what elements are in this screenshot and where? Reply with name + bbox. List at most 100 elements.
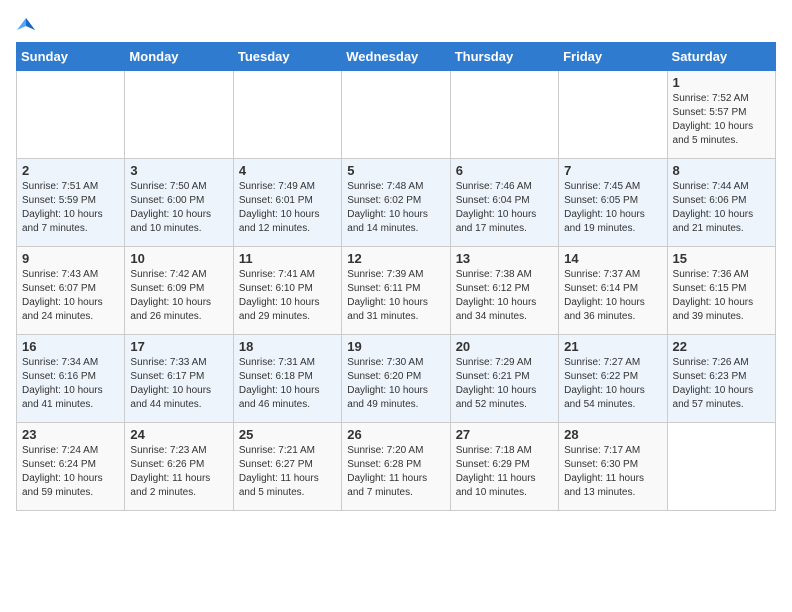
calendar-cell: 21Sunrise: 7:27 AM Sunset: 6:22 PM Dayli… <box>559 335 667 423</box>
day-number: 28 <box>564 427 661 442</box>
day-number: 16 <box>22 339 119 354</box>
day-info: Sunrise: 7:20 AM Sunset: 6:28 PM Dayligh… <box>347 444 444 500</box>
calendar-cell: 9 Sunrise: 7:43 AM Sunset: 6:07 PM Daylig… <box>17 247 125 335</box>
calendar-table: SundayMondayTuesdayWednesdayThursdayFrid… <box>16 42 776 511</box>
calendar-cell: 8 Sunrise: 7:44 AM Sunset: 6:06 PM Daylig… <box>667 159 775 247</box>
calendar-cell: 7 Sunrise: 7:45 AM Sunset: 6:05 PM Daylig… <box>559 159 667 247</box>
day-number: 8 <box>673 163 770 178</box>
day-info: Sunrise: 7:34 AM Sunset: 6:16 PM Dayligh… <box>22 356 119 412</box>
col-header-sunday: Sunday <box>17 43 125 71</box>
calendar-cell <box>667 423 775 511</box>
day-info: Sunrise: 7:42 AM Sunset: 6:09 PM Dayligh… <box>130 268 227 324</box>
calendar-week-row: 1Sunrise: 7:52 AM Sunset: 5:57 PM Daylig… <box>17 71 776 159</box>
col-header-tuesday: Tuesday <box>233 43 341 71</box>
day-number: 14 <box>564 251 661 266</box>
calendar-cell <box>342 71 450 159</box>
day-number: 11 <box>239 251 336 266</box>
day-number: 19 <box>347 339 444 354</box>
calendar-cell: 18 Sunrise: 7:31 AM Sunset: 6:18 PM Dayli… <box>233 335 341 423</box>
calendar-cell: 2 Sunrise: 7:51 AM Sunset: 5:59 PM Daylig… <box>17 159 125 247</box>
day-info: Sunrise: 7:36 AM Sunset: 6:15 PM Dayligh… <box>673 268 770 324</box>
day-info: Sunrise: 7:21 AM Sunset: 6:27 PM Dayligh… <box>239 444 336 500</box>
day-number: 1 <box>673 75 770 90</box>
calendar-cell <box>17 71 125 159</box>
col-header-wednesday: Wednesday <box>342 43 450 71</box>
day-number: 6 <box>456 163 553 178</box>
calendar-cell <box>233 71 341 159</box>
day-number: 10 <box>130 251 227 266</box>
calendar-cell: 27Sunrise: 7:18 AM Sunset: 6:29 PM Dayli… <box>450 423 558 511</box>
col-header-thursday: Thursday <box>450 43 558 71</box>
calendar-cell: 1Sunrise: 7:52 AM Sunset: 5:57 PM Daylig… <box>667 71 775 159</box>
day-info: Sunrise: 7:17 AM Sunset: 6:30 PM Dayligh… <box>564 444 661 500</box>
calendar-cell: 26 Sunrise: 7:20 AM Sunset: 6:28 PM Dayli… <box>342 423 450 511</box>
day-number: 25 <box>239 427 336 442</box>
calendar-cell: 10 Sunrise: 7:42 AM Sunset: 6:09 PM Dayli… <box>125 247 233 335</box>
page-header <box>16 16 776 30</box>
calendar-cell: 3 Sunrise: 7:50 AM Sunset: 6:00 PM Daylig… <box>125 159 233 247</box>
calendar-cell: 23Sunrise: 7:24 AM Sunset: 6:24 PM Dayli… <box>17 423 125 511</box>
day-number: 20 <box>456 339 553 354</box>
day-info: Sunrise: 7:31 AM Sunset: 6:18 PM Dayligh… <box>239 356 336 412</box>
calendar-week-row: 9 Sunrise: 7:43 AM Sunset: 6:07 PM Daylig… <box>17 247 776 335</box>
day-info: Sunrise: 7:50 AM Sunset: 6:00 PM Dayligh… <box>130 180 227 236</box>
day-number: 5 <box>347 163 444 178</box>
calendar-cell: 5 Sunrise: 7:48 AM Sunset: 6:02 PM Daylig… <box>342 159 450 247</box>
calendar-week-row: 16 Sunrise: 7:34 AM Sunset: 6:16 PM Dayli… <box>17 335 776 423</box>
day-info: Sunrise: 7:29 AM Sunset: 6:21 PM Dayligh… <box>456 356 553 412</box>
day-info: Sunrise: 7:38 AM Sunset: 6:12 PM Dayligh… <box>456 268 553 324</box>
day-info: Sunrise: 7:43 AM Sunset: 6:07 PM Dayligh… <box>22 268 119 324</box>
calendar-cell: 25 Sunrise: 7:21 AM Sunset: 6:27 PM Dayli… <box>233 423 341 511</box>
day-number: 18 <box>239 339 336 354</box>
day-number: 3 <box>130 163 227 178</box>
day-number: 26 <box>347 427 444 442</box>
day-number: 4 <box>239 163 336 178</box>
calendar-cell: 14 Sunrise: 7:37 AM Sunset: 6:14 PM Dayli… <box>559 247 667 335</box>
day-number: 22 <box>673 339 770 354</box>
day-info: Sunrise: 7:23 AM Sunset: 6:26 PM Dayligh… <box>130 444 227 500</box>
day-number: 24 <box>130 427 227 442</box>
calendar-week-row: 23Sunrise: 7:24 AM Sunset: 6:24 PM Dayli… <box>17 423 776 511</box>
calendar-cell: 6 Sunrise: 7:46 AM Sunset: 6:04 PM Daylig… <box>450 159 558 247</box>
calendar-cell <box>450 71 558 159</box>
calendar-cell: 16 Sunrise: 7:34 AM Sunset: 6:16 PM Dayli… <box>17 335 125 423</box>
day-info: Sunrise: 7:48 AM Sunset: 6:02 PM Dayligh… <box>347 180 444 236</box>
calendar-cell: 4 Sunrise: 7:49 AM Sunset: 6:01 PM Daylig… <box>233 159 341 247</box>
calendar-cell <box>125 71 233 159</box>
day-number: 17 <box>130 339 227 354</box>
col-header-friday: Friday <box>559 43 667 71</box>
day-number: 2 <box>22 163 119 178</box>
day-info: Sunrise: 7:37 AM Sunset: 6:14 PM Dayligh… <box>564 268 661 324</box>
col-header-monday: Monday <box>125 43 233 71</box>
day-info: Sunrise: 7:49 AM Sunset: 6:01 PM Dayligh… <box>239 180 336 236</box>
day-info: Sunrise: 7:46 AM Sunset: 6:04 PM Dayligh… <box>456 180 553 236</box>
day-info: Sunrise: 7:41 AM Sunset: 6:10 PM Dayligh… <box>239 268 336 324</box>
calendar-cell: 11 Sunrise: 7:41 AM Sunset: 6:10 PM Dayli… <box>233 247 341 335</box>
day-info: Sunrise: 7:18 AM Sunset: 6:29 PM Dayligh… <box>456 444 553 500</box>
col-header-saturday: Saturday <box>667 43 775 71</box>
day-info: Sunrise: 7:27 AM Sunset: 6:22 PM Dayligh… <box>564 356 661 412</box>
day-info: Sunrise: 7:26 AM Sunset: 6:23 PM Dayligh… <box>673 356 770 412</box>
day-info: Sunrise: 7:51 AM Sunset: 5:59 PM Dayligh… <box>22 180 119 236</box>
calendar-cell: 12Sunrise: 7:39 AM Sunset: 6:11 PM Dayli… <box>342 247 450 335</box>
day-number: 9 <box>22 251 119 266</box>
day-info: Sunrise: 7:30 AM Sunset: 6:20 PM Dayligh… <box>347 356 444 412</box>
day-number: 23 <box>22 427 119 442</box>
logo <box>16 16 36 30</box>
calendar-cell: 19 Sunrise: 7:30 AM Sunset: 6:20 PM Dayli… <box>342 335 450 423</box>
day-info: Sunrise: 7:44 AM Sunset: 6:06 PM Dayligh… <box>673 180 770 236</box>
day-number: 7 <box>564 163 661 178</box>
calendar-cell: 28 Sunrise: 7:17 AM Sunset: 6:30 PM Dayli… <box>559 423 667 511</box>
calendar-week-row: 2 Sunrise: 7:51 AM Sunset: 5:59 PM Daylig… <box>17 159 776 247</box>
logo-bird-icon <box>17 16 35 34</box>
calendar-cell: 17 Sunrise: 7:33 AM Sunset: 6:17 PM Dayli… <box>125 335 233 423</box>
day-info: Sunrise: 7:33 AM Sunset: 6:17 PM Dayligh… <box>130 356 227 412</box>
day-info: Sunrise: 7:39 AM Sunset: 6:11 PM Dayligh… <box>347 268 444 324</box>
calendar-cell <box>559 71 667 159</box>
day-number: 13 <box>456 251 553 266</box>
calendar-cell: 15Sunrise: 7:36 AM Sunset: 6:15 PM Dayli… <box>667 247 775 335</box>
calendar-cell: 20 Sunrise: 7:29 AM Sunset: 6:21 PM Dayli… <box>450 335 558 423</box>
day-info: Sunrise: 7:45 AM Sunset: 6:05 PM Dayligh… <box>564 180 661 236</box>
calendar-cell: 22 Sunrise: 7:26 AM Sunset: 6:23 PM Dayli… <box>667 335 775 423</box>
calendar-cell: 24 Sunrise: 7:23 AM Sunset: 6:26 PM Dayli… <box>125 423 233 511</box>
